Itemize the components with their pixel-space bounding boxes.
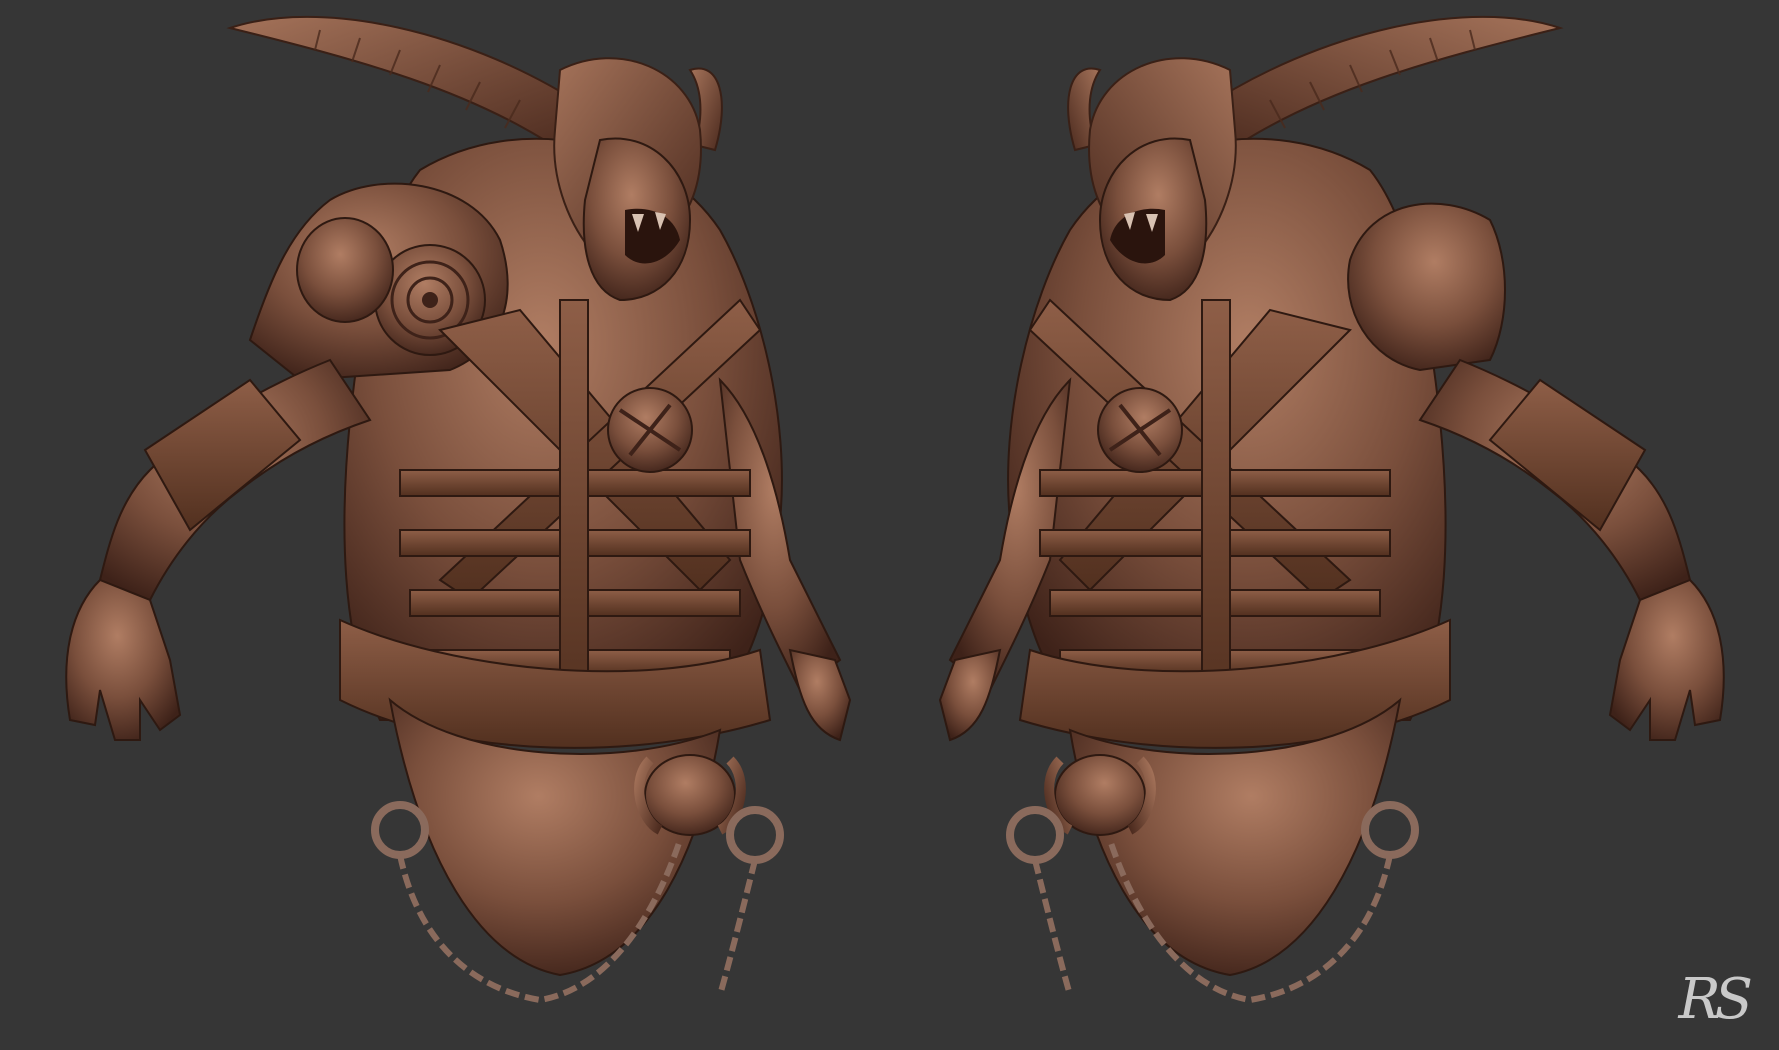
ring-left (371, 801, 429, 859)
figure-left-view (65, 15, 852, 1004)
hand-right (938, 648, 1002, 742)
artist-signature: RS (1678, 967, 1752, 1032)
ring-left (1361, 801, 1419, 859)
belt-demon-face (1054, 754, 1146, 836)
belt-demon-face (644, 754, 736, 836)
hand-left (65, 578, 182, 741)
figure-right-view (938, 15, 1725, 1004)
hand-right (788, 648, 852, 742)
render-canvas: RS (0, 0, 1779, 1050)
chain-right (1032, 859, 1073, 996)
horn-left (1198, 15, 1564, 152)
ring-right (726, 806, 784, 864)
hand-left (1608, 578, 1725, 741)
character-render (65, 15, 1725, 1004)
ring-right (1006, 806, 1064, 864)
chain-right (717, 859, 758, 996)
shoulder-face (296, 217, 394, 323)
horn-left (226, 15, 592, 152)
